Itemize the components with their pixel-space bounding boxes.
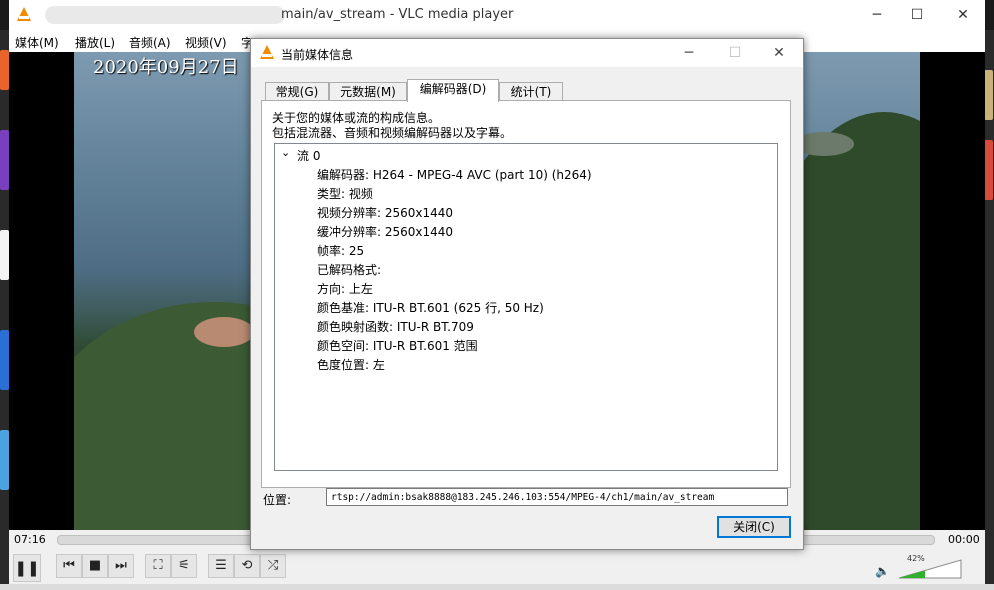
time-total: 00:00: [948, 533, 980, 546]
vlc-cone-icon: [17, 7, 31, 21]
close-icon[interactable]: ✕: [767, 43, 791, 63]
minimize-icon[interactable]: ─: [677, 43, 701, 63]
menu-audio[interactable]: 音频(A): [129, 34, 171, 51]
pause-button[interactable]: ❚❚: [13, 554, 41, 582]
fullscreen-button[interactable]: ⛶: [145, 554, 171, 578]
speaker-icon[interactable]: 🔈: [875, 564, 890, 578]
tab-codec[interactable]: 编解码器(D): [407, 79, 499, 102]
stream-property: 颜色基准: ITU-R BT.601 (625 行, 50 Hz): [317, 301, 544, 315]
dialog-title-bar: 当前媒体信息 ─ ☐ ✕: [251, 39, 803, 67]
control-bar: ❚❚ ⏮ ■ ⏭ ⛶ ⚟ ☰ ⟲ ⤮ 🔈 42%: [9, 550, 985, 584]
time-elapsed: 07:16: [14, 533, 46, 546]
video-timestamp: 2020年09月27日: [93, 57, 239, 78]
stream-property: 方向: 上左: [317, 282, 373, 296]
codec-panel: 关于您的媒体或流的构成信息。 包括混流器、音频和视频编解码器以及字幕。 ⌄ 流 …: [261, 100, 791, 488]
location-label: 位置:: [263, 493, 292, 507]
maximize-icon[interactable]: ☐: [907, 5, 927, 25]
volume-percent: 42%: [907, 554, 925, 563]
stream-property: 颜色空间: ITU-R BT.601 范围: [317, 339, 478, 353]
app-icon[interactable]: [0, 230, 9, 280]
window-title: main/av_stream - VLC media player: [281, 7, 514, 22]
tab-statistics[interactable]: 统计(T): [499, 82, 563, 101]
app-icon[interactable]: [0, 50, 9, 90]
menu-video[interactable]: 视频(V): [185, 34, 227, 51]
loop-button[interactable]: ⟲: [234, 554, 260, 578]
location-field[interactable]: rtsp://admin:bsak8888@183.245.246.103:55…: [326, 488, 788, 506]
app-icon[interactable]: [984, 140, 993, 200]
vlc-title-bar: main/av_stream - VLC media player ─ ☐ ✕: [9, 0, 985, 30]
stream-property: 色度位置: 左: [317, 358, 385, 372]
description-line-2: 包括混流器、音频和视频编解码器以及字幕。: [272, 126, 513, 140]
stream-property: 视频分辨率: 2560x1440: [317, 206, 454, 220]
playlist-button[interactable]: ☰: [208, 554, 234, 578]
menu-media[interactable]: 媒体(M): [15, 34, 59, 51]
minimize-icon[interactable]: ─: [867, 5, 887, 25]
stream-property: 已解码格式:: [317, 263, 382, 277]
app-icon[interactable]: [0, 430, 9, 490]
taskbar: [0, 584, 994, 590]
previous-button[interactable]: ⏮: [56, 554, 82, 578]
dialog-title: 当前媒体信息: [281, 48, 354, 62]
stream-property: 帧率: 25: [317, 244, 365, 258]
stream-property: 编解码器: H264 - MPEG-4 AVC (part 10) (h264): [317, 168, 592, 182]
chevron-down-icon[interactable]: ⌄: [281, 146, 290, 159]
close-button[interactable]: 关闭(C): [717, 516, 791, 538]
stop-button[interactable]: ■: [82, 554, 108, 578]
app-icon[interactable]: [0, 330, 9, 390]
app-icon[interactable]: [984, 70, 993, 120]
close-icon[interactable]: ✕: [953, 5, 973, 25]
desktop-right-edge: [984, 30, 994, 590]
stream-property: 颜色映射函数: ITU-R BT.709: [317, 320, 474, 334]
media-info-dialog: 当前媒体信息 ─ ☐ ✕ 常规(G) 元数据(M) 编解码器(D) 统计(T) …: [250, 38, 804, 550]
next-button[interactable]: ⏭: [108, 554, 134, 578]
app-icon[interactable]: [0, 130, 9, 190]
shuffle-button[interactable]: ⤮: [260, 554, 286, 578]
maximize-icon: ☐: [728, 45, 742, 61]
stream-tree[interactable]: ⌄ 流 0 编解码器: H264 - MPEG-4 AVC (part 10) …: [274, 143, 778, 471]
menu-playback[interactable]: 播放(L): [75, 34, 115, 51]
tab-metadata[interactable]: 元数据(M): [329, 82, 407, 101]
stream-property: 缓冲分辨率: 2560x1440: [317, 225, 454, 239]
desktop-left-edge: [0, 30, 9, 590]
title-redacted: [45, 6, 285, 24]
tab-general[interactable]: 常规(G): [265, 82, 329, 101]
rock: [194, 317, 254, 347]
vlc-cone-icon: [260, 45, 274, 59]
stream-node[interactable]: 流 0: [297, 147, 320, 164]
stream-property: 类型: 视频: [317, 187, 373, 201]
extended-settings-button[interactable]: ⚟: [171, 554, 197, 578]
